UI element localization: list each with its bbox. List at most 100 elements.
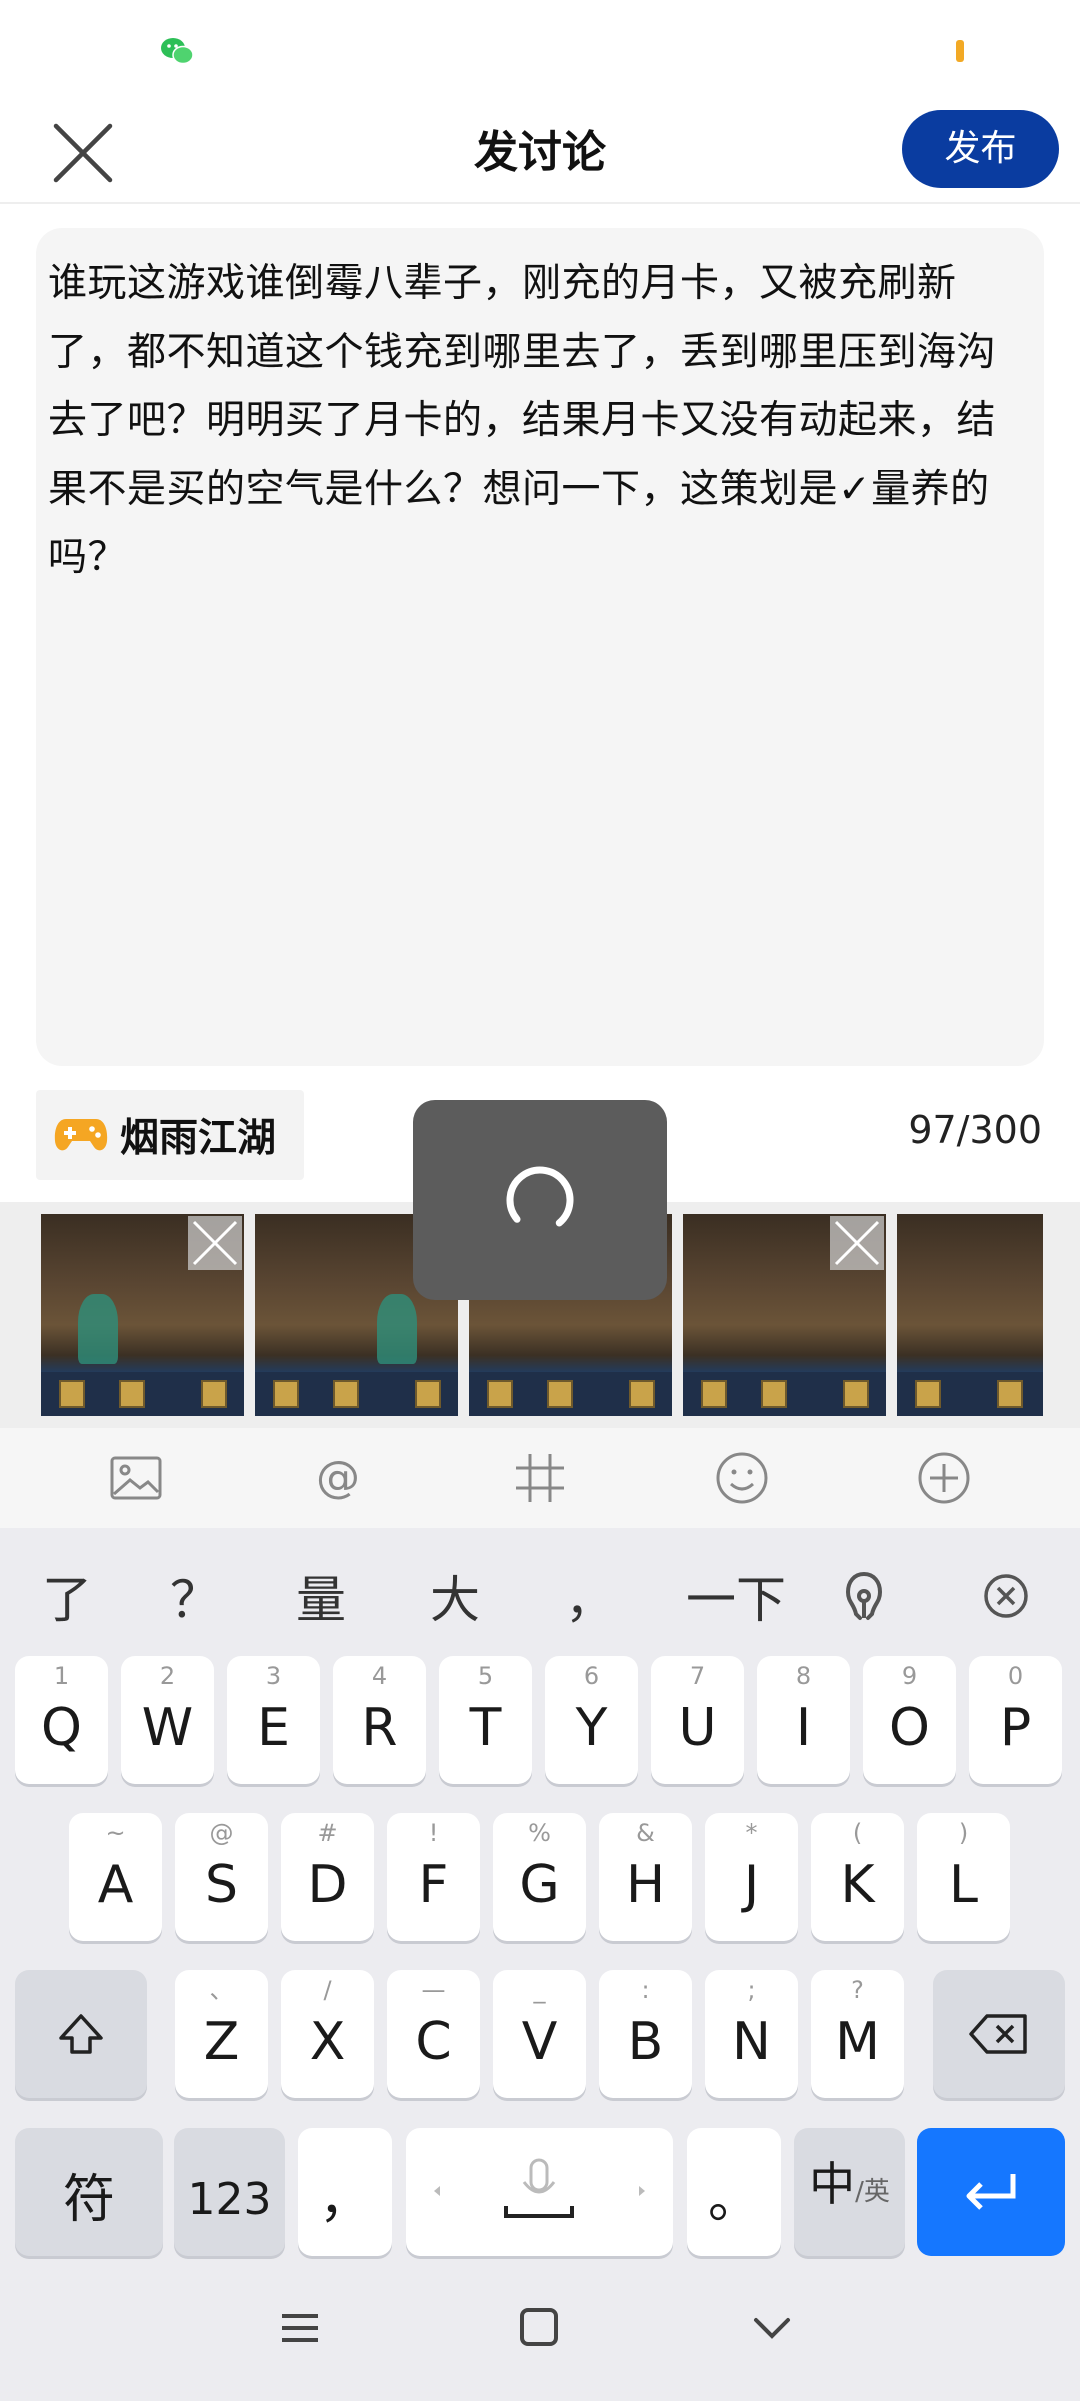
menu-icon[interactable] xyxy=(280,2308,320,2348)
key-n[interactable]: ; N xyxy=(705,1970,798,2098)
key-hint: * xyxy=(745,1819,758,1847)
key-hint: 9 xyxy=(901,1662,918,1690)
key-v[interactable]: _ V xyxy=(493,1970,586,2098)
key-e[interactable]: 3E xyxy=(227,1656,320,1784)
post-text: 谁玩这游戏谁倒霉八辈子，刚充的月卡，又被充刷新了，都不知道这个钱充到哪里去了，丢… xyxy=(48,261,997,580)
candidate-word[interactable]: 一下 xyxy=(686,1560,786,1632)
home-icon[interactable] xyxy=(518,2306,560,2348)
candidate-word[interactable]: 量 xyxy=(296,1560,346,1632)
key-h[interactable]: & H xyxy=(599,1813,692,1941)
game-name: 烟雨江湖 xyxy=(120,1116,277,1161)
publish-button[interactable]: 发布 xyxy=(902,110,1059,188)
key-label: K xyxy=(840,1855,875,1915)
key-d[interactable]: # D xyxy=(281,1813,374,1941)
key-hint: 4 xyxy=(371,1662,388,1690)
key-label: P xyxy=(999,1698,1032,1758)
at-icon[interactable]: @ xyxy=(310,1450,366,1506)
game-tag[interactable]: 烟雨江湖 xyxy=(36,1090,304,1180)
key-label: S xyxy=(204,1855,238,1915)
key-hint: 6 xyxy=(583,1662,600,1690)
key-k[interactable]: (K xyxy=(811,1813,904,1941)
key-label: O xyxy=(889,1698,930,1758)
key-g[interactable]: % G xyxy=(493,1813,586,1941)
key-i[interactable]: 8I xyxy=(757,1656,850,1784)
key-r[interactable]: 4R xyxy=(333,1656,426,1784)
key-hint: ; xyxy=(747,1976,756,2004)
language-switch-key[interactable]: 中/英 xyxy=(794,2128,905,2256)
backspace-key[interactable] xyxy=(933,1970,1065,2098)
handwriting-icon[interactable] xyxy=(836,1568,892,1624)
key-y[interactable]: 6Y xyxy=(545,1656,638,1784)
key-hint: 、 xyxy=(209,1976,234,2004)
image-thumbnail[interactable] xyxy=(683,1214,886,1416)
key-j[interactable]: * J xyxy=(705,1813,798,1941)
image-thumbnail[interactable] xyxy=(897,1214,1043,1416)
key-hint: ( xyxy=(852,1819,863,1847)
candidate-word[interactable]: 大 xyxy=(430,1560,480,1632)
character-counter: 97/300 xyxy=(908,1108,1042,1152)
key-u[interactable]: 7U xyxy=(651,1656,744,1784)
key-c[interactable]: — C xyxy=(387,1970,480,2098)
space-key[interactable] xyxy=(406,2128,673,2256)
key-label: Z xyxy=(203,2012,240,2072)
enter-key[interactable] xyxy=(917,2128,1065,2256)
key-z[interactable]: 、 Z xyxy=(175,1970,268,2098)
key-hint: 2 xyxy=(159,1662,176,1690)
key-label: U xyxy=(678,1698,717,1758)
keyboard: 了 ？ 量 大 ， 一下 1Q2W3E4R5T6Y7U8I9O0P ~ A @ S # D… xyxy=(0,1528,1080,2401)
image-icon[interactable] xyxy=(108,1450,164,1506)
key-hint: 1 xyxy=(53,1662,70,1690)
candidate-word[interactable]: ， xyxy=(565,1560,615,1632)
key-hint: 5 xyxy=(477,1662,494,1690)
key-label: T xyxy=(469,1698,502,1758)
key-hint: 0 xyxy=(1007,1662,1024,1690)
key-hint: # xyxy=(317,1819,338,1847)
key-f[interactable]: ! F xyxy=(387,1813,480,1941)
remove-image-button[interactable] xyxy=(830,1216,884,1270)
number-key[interactable]: 123 xyxy=(174,2128,285,2256)
key-w[interactable]: 2W xyxy=(121,1656,214,1784)
key-label: N xyxy=(732,2012,771,2072)
key-s[interactable]: @ S xyxy=(175,1813,268,1941)
spinner-icon xyxy=(506,1166,574,1227)
key-label: H xyxy=(625,1855,666,1915)
plus-circle-icon[interactable] xyxy=(916,1450,972,1506)
candidate-word[interactable]: 了 xyxy=(42,1560,92,1632)
symbol-key[interactable]: 符 xyxy=(15,2128,163,2256)
key-hint: @ xyxy=(209,1819,234,1847)
key-b[interactable]: :B xyxy=(599,1970,692,2098)
key-hint: & xyxy=(636,1819,655,1847)
key-t[interactable]: 5T xyxy=(439,1656,532,1784)
key-q[interactable]: 1Q xyxy=(15,1656,108,1784)
key-hint: 8 xyxy=(795,1662,812,1690)
candidate-word[interactable]: ？ xyxy=(170,1560,220,1632)
post-text-area[interactable]: 谁玩这游戏谁倒霉八辈子，刚充的月卡，又被充刷新了，都不知道这个钱充到哪里去了，丢… xyxy=(36,228,1044,1066)
key-p[interactable]: 0P xyxy=(969,1656,1062,1784)
hashtag-icon[interactable] xyxy=(512,1450,568,1506)
close-candidates-icon[interactable] xyxy=(982,1572,1030,1620)
key-hint: ~ xyxy=(105,1819,126,1847)
remove-image-button[interactable] xyxy=(188,1216,242,1270)
navigation-bar xyxy=(0,2268,1080,2401)
key-label: C xyxy=(415,2012,452,2072)
shift-key[interactable] xyxy=(15,1970,147,2098)
key-label: M xyxy=(835,2012,880,2072)
emoji-icon[interactable] xyxy=(714,1450,770,1506)
key-hint: ! xyxy=(428,1819,439,1847)
key-a[interactable]: ~ A xyxy=(69,1813,162,1941)
image-thumbnail[interactable] xyxy=(41,1214,244,1416)
key-m[interactable]: ? M xyxy=(811,1970,904,2098)
key-l[interactable]: ) L xyxy=(917,1813,1010,1941)
key-hint: : xyxy=(641,1976,650,2004)
key-label: A xyxy=(97,1855,134,1915)
svg-text:@: @ xyxy=(316,1452,360,1503)
key-o[interactable]: 9O xyxy=(863,1656,956,1784)
comma-key[interactable]: ， xyxy=(298,2128,392,2256)
hide-keyboard-icon[interactable] xyxy=(752,2312,792,2344)
key-label: J xyxy=(743,1855,760,1915)
status-bar xyxy=(0,0,1080,100)
key-label: D xyxy=(307,1855,348,1915)
period-key[interactable]: 。 xyxy=(687,2128,781,2256)
loading-indicator xyxy=(413,1100,667,1300)
key-x[interactable]: / X xyxy=(281,1970,374,2098)
